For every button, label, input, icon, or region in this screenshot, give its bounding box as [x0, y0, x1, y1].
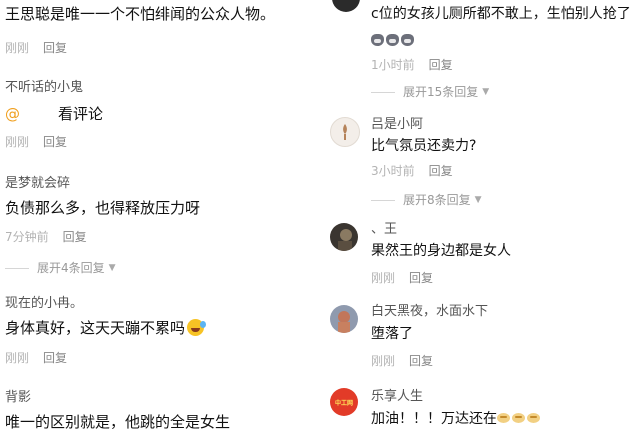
squint-emoji-icon [497, 413, 510, 423]
expand-replies-label: 展开4条回复 [37, 261, 105, 275]
reply-button[interactable]: 回复 [429, 164, 453, 178]
comment-time: 刚刚 [371, 271, 396, 285]
divider-line [5, 267, 29, 269]
comment-time: 刚刚 [371, 354, 396, 368]
reply-button[interactable]: 回复 [43, 351, 67, 365]
comment-username[interactable]: 乐享人生 [371, 389, 423, 405]
comment-text: 果然王的身边都是女人 [371, 243, 511, 259]
comment-meta: 刚刚 回复 [371, 270, 433, 286]
comment-time: 3小时前 [371, 164, 415, 178]
comment-time: 刚刚 [5, 135, 30, 149]
comment-text: 王思聪是唯一一个不怕绯闻的公众人物。 [5, 5, 276, 23]
comment-meta: 刚刚 回复 [371, 353, 433, 369]
comment-meta: 刚刚 回复 [5, 350, 67, 366]
expand-replies-label: 展开8条回复 [403, 193, 471, 207]
comment-text-row: 身体真好，这天天蹦不累吗 [5, 318, 207, 338]
comment-username[interactable]: 吕是小阿 [371, 117, 423, 133]
expand-replies-button[interactable]: 展开8条回复 ▼ [371, 192, 482, 208]
comment-time: 刚刚 [5, 41, 30, 55]
comment-meta: 刚刚 回复 [5, 40, 67, 56]
avatar-figure-icon [338, 311, 350, 333]
expand-replies-button[interactable]: 展开4条回复 ▼ [5, 260, 116, 276]
avatar-logo-text: 中工网 [334, 399, 353, 407]
chevron-down-icon: ▼ [482, 87, 490, 97]
reply-button[interactable]: 回复 [429, 58, 453, 72]
reply-button[interactable]: 回复 [43, 135, 67, 149]
comment-time: 7分钟前 [5, 230, 49, 244]
avatar[interactable] [330, 223, 358, 251]
laughing-tears-emoji-icon [187, 319, 207, 336]
comment-time: 刚刚 [5, 351, 30, 365]
comment-username[interactable]: 背影 [5, 390, 31, 406]
reply-button[interactable]: 回复 [409, 354, 433, 368]
reply-button[interactable]: 回复 [63, 230, 87, 244]
cat-emoji-icon [386, 34, 399, 46]
divider-line [371, 199, 395, 201]
comment-username[interactable]: 是梦就会碎 [5, 176, 70, 192]
expand-replies-label: 展开15条回复 [403, 85, 479, 99]
avatar-figure-icon [338, 229, 352, 251]
cat-emoji-icon [371, 34, 384, 46]
expand-replies-button[interactable]: 展开15条回复 ▼ [371, 84, 489, 100]
comment-meta: 1小时前 回复 [371, 57, 453, 73]
comment-time: 1小时前 [371, 58, 415, 72]
comment-text: 负债那么多，也得释放压力呀 [5, 199, 201, 217]
comment-text: 比气氛员还卖力? [371, 138, 477, 154]
avatar-figure-icon [343, 124, 347, 140]
comment-text: 唯一的区别就是，他跳的全是女生 [5, 413, 231, 431]
avatar[interactable] [330, 117, 360, 147]
cat-emoji-icon [401, 34, 414, 46]
comment-text: c位的女孩儿厕所都不敢上，生怕别人抢了 [371, 6, 631, 22]
comment-meta: 7分钟前 回复 [5, 229, 87, 245]
comment-username[interactable]: 白天黑夜，水面水下 [371, 304, 488, 320]
comment-text: 加油！！！万达还在 [371, 411, 497, 427]
comment-text-row: @ 看评论 [5, 104, 103, 124]
reply-button[interactable]: 回复 [409, 271, 433, 285]
avatar[interactable] [330, 305, 358, 333]
avatar[interactable] [332, 0, 360, 12]
comment-meta: 3小时前 回复 [371, 163, 453, 179]
avatar[interactable]: 中工网 [330, 388, 358, 416]
comment-text-row: 加油！！！万达还在 [371, 409, 542, 429]
comment-text: 堕落了 [371, 326, 413, 342]
squint-emoji-icon [527, 413, 540, 423]
comment-username[interactable]: 现在的小冉。 [5, 296, 83, 312]
comment-text: 看评论 [58, 105, 104, 123]
mention-tag[interactable]: @ [5, 105, 20, 123]
squint-emoji-icon [512, 413, 525, 423]
reply-button[interactable]: 回复 [43, 41, 67, 55]
comment-username[interactable]: 不听话的小鬼 [5, 80, 83, 96]
cat-emoji-row [371, 30, 416, 49]
comment-username[interactable]: 、王 [371, 222, 397, 238]
comment-meta: 刚刚 回复 [5, 134, 67, 150]
chevron-down-icon: ▼ [474, 195, 482, 205]
chevron-down-icon: ▼ [108, 263, 116, 273]
divider-line [371, 91, 395, 93]
comment-text: 身体真好，这天天蹦不累吗 [5, 319, 186, 337]
